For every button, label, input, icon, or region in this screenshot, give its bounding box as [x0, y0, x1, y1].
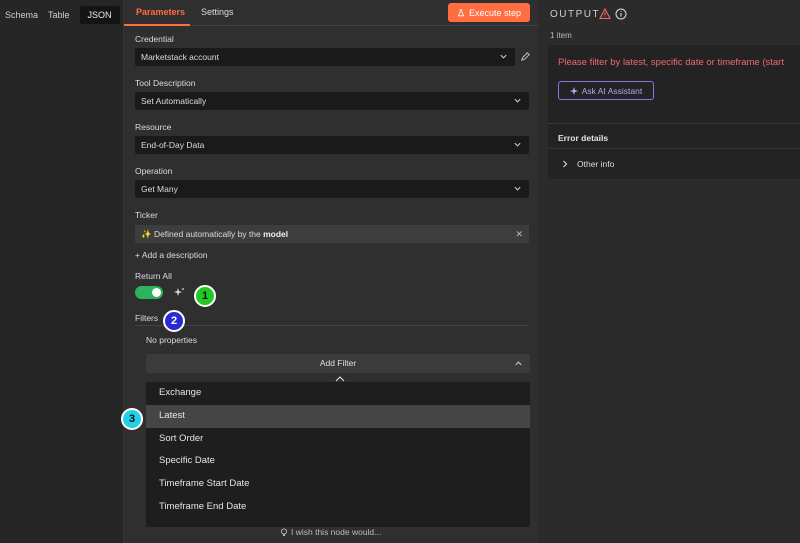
ask-ai-button[interactable]: Ask AI Assistant [558, 81, 654, 100]
chevron-up-icon [515, 361, 522, 366]
return-all-label: Return All [135, 271, 172, 281]
lightbulb-icon [280, 527, 288, 536]
tab-parameters[interactable]: Parameters [136, 7, 185, 17]
info-icon[interactable] [615, 8, 627, 20]
filter-option-exchange[interactable]: Exchange [146, 382, 530, 405]
ask-ai-label: Ask AI Assistant [581, 85, 643, 96]
error-box: Please filter by latest, specific date o… [548, 45, 800, 179]
no-properties-text: No properties [146, 335, 198, 345]
annotation-marker-2: 2 [163, 310, 185, 332]
chevron-right-icon [563, 160, 568, 168]
error-message: Please filter by latest, specific date o… [558, 57, 784, 68]
output-title: OUTPUT [550, 9, 601, 20]
chevron-up-icon [335, 376, 345, 382]
sparkle-icon [569, 86, 578, 95]
tab-table[interactable]: Table [43, 6, 75, 24]
add-filter-button[interactable]: Add Filter [146, 354, 530, 373]
divider [548, 123, 800, 124]
filter-option-timeframe-start[interactable]: Timeframe Start Date [146, 473, 530, 496]
chevron-down-icon [514, 98, 521, 103]
operation-label: Operation [135, 166, 173, 176]
operation-select[interactable]: Get Many [135, 180, 529, 198]
resource-value: End-of-Day Data [141, 140, 205, 150]
tab-schema[interactable]: Schema [0, 6, 43, 24]
tool-description-value: Set Automatically [141, 96, 207, 106]
execute-step-label: Execute step [468, 7, 522, 18]
annotation-marker-1: 1 [194, 285, 216, 307]
warning-icon [599, 8, 611, 20]
filter-dropdown: Exchange Latest Sort Order Specific Date… [146, 382, 530, 527]
toggle-knob [152, 288, 161, 297]
input-panel: Schema Table JSON [0, 0, 124, 543]
filters-label: Filters [135, 313, 159, 323]
credential-select[interactable]: Marketstack account [135, 48, 515, 66]
filter-option-latest[interactable]: Latest [146, 404, 530, 428]
resource-label: Resource [135, 122, 172, 132]
execute-step-button[interactable]: Execute step [448, 3, 530, 22]
close-icon[interactable]: ✕ [515, 225, 523, 243]
view-tabs: Schema Table JSON [0, 6, 120, 24]
feedback-link[interactable]: I wish this node would... [280, 527, 381, 537]
chevron-down-icon [514, 142, 521, 147]
tool-description-select[interactable]: Set Automatically [135, 92, 529, 110]
operation-value: Get Many [141, 184, 178, 194]
credential-value: Marketstack account [141, 52, 219, 62]
item-count: 1 item [550, 31, 572, 40]
add-filter-label: Add Filter [319, 358, 357, 368]
parameters-panel: Parameters Settings Execute step Credent… [124, 0, 538, 543]
ticker-label: Ticker [135, 210, 158, 220]
annotation-marker-3: 3 [121, 408, 143, 430]
ticker-prefix: ✨ Defined automatically by the [141, 229, 264, 239]
error-details-heading: Error details [558, 133, 609, 143]
divider [135, 325, 529, 326]
tool-description-label: Tool Description [135, 78, 196, 88]
filter-option-specific-date[interactable]: Specific Date [146, 450, 530, 473]
return-all-toggle[interactable] [135, 286, 163, 299]
filter-option-timeframe-end[interactable]: Timeframe End Date [146, 496, 530, 519]
tab-json[interactable]: JSON [79, 6, 120, 24]
feedback-text: I wish this node would... [291, 527, 382, 537]
other-info-label: Other info [577, 159, 615, 169]
pencil-icon[interactable] [520, 51, 531, 62]
resource-select[interactable]: End-of-Day Data [135, 136, 529, 154]
tab-settings[interactable]: Settings [201, 7, 234, 17]
filter-option-sort-order[interactable]: Sort Order [146, 428, 530, 451]
panel-tabs: Parameters Settings Execute step [124, 0, 538, 26]
add-description-link[interactable]: + Add a description [135, 250, 208, 260]
ticker-model: model [263, 229, 289, 239]
chevron-down-icon [500, 54, 507, 59]
output-panel: OUTPUT 1 item Please filter by latest, s… [538, 0, 800, 543]
credential-label: Credential [135, 34, 174, 44]
divider [548, 148, 800, 149]
chevron-down-icon [514, 186, 521, 191]
flask-icon [457, 8, 465, 16]
other-info-toggle[interactable]: Other info [562, 159, 614, 169]
sparkle-icon[interactable] [172, 286, 186, 300]
active-tab-indicator [124, 24, 190, 26]
ticker-field[interactable]: ✨ Defined automatically by the model ✕ [135, 225, 529, 243]
